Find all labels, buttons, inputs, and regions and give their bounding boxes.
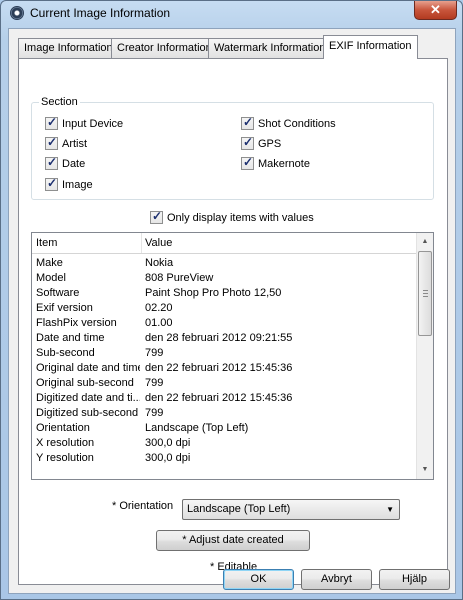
tab-watermark-information[interactable]: Watermark Information xyxy=(208,38,332,58)
checkbox-label: Artist xyxy=(62,138,88,150)
checkbox-label: Date xyxy=(62,158,86,170)
cell-value: 300,0 dpi xyxy=(145,437,191,449)
table-row[interactable]: X resolution 300,0 dpi xyxy=(32,436,416,451)
cell-item: Date and time xyxy=(36,332,105,344)
cell-value: den 22 februari 2012 15:45:36 xyxy=(145,392,293,404)
cell-value: Nokia xyxy=(145,257,174,269)
cell-item: Software xyxy=(36,287,80,299)
cell-item: Exif version xyxy=(36,302,93,314)
exif-tab-panel: Section ✓ Input Device ✓ Artist ✓ Date ✓ Ima… xyxy=(18,58,448,585)
cell-value: den 22 februari 2012 15:45:36 xyxy=(145,362,293,374)
checkbox-label: Only display items with values xyxy=(167,212,314,224)
title-bar[interactable]: Current Image Information ✕ xyxy=(1,1,462,27)
cell-item: Y resolution xyxy=(36,452,94,464)
cancel-button[interactable]: Avbryt xyxy=(301,569,372,590)
checkbox-box[interactable]: ✓ xyxy=(45,135,58,150)
camera-app-icon xyxy=(10,6,24,20)
exif-list-view[interactable]: Item Value Make Nokia Model 808 PureView S… xyxy=(31,232,434,480)
cell-item: X resolution xyxy=(36,437,95,449)
table-row[interactable]: Model 808 PureView xyxy=(32,271,416,286)
checkbox-box[interactable]: ✓ xyxy=(241,135,254,150)
checkbox-label: Image xyxy=(62,179,93,191)
checkbox-box[interactable]: ✓ xyxy=(150,209,163,224)
table-row[interactable]: Sub-second 799 xyxy=(32,346,416,361)
scrollbar-thumb[interactable] xyxy=(418,251,432,336)
cell-value: Paint Shop Pro Photo 12,50 xyxy=(145,287,282,299)
vertical-scrollbar[interactable]: ▲ ▼ xyxy=(416,233,433,479)
cell-value: Landscape (Top Left) xyxy=(145,422,249,434)
table-row[interactable]: Digitized date and ti... den 22 februari … xyxy=(32,391,416,406)
table-row[interactable]: Software Paint Shop Pro Photo 12,50 xyxy=(32,286,416,301)
checkbox-box[interactable]: ✓ xyxy=(241,155,254,170)
scroll-up-arrow-icon[interactable]: ▲ xyxy=(417,233,433,250)
table-row[interactable]: Original sub-second 799 xyxy=(32,376,416,391)
checkbox-makernote[interactable]: ✓ Makernote xyxy=(241,155,310,171)
checkbox-input-device[interactable]: ✓ Input Device xyxy=(45,115,124,131)
tab-image-information[interactable]: Image Information xyxy=(18,38,119,58)
cell-value: den 28 februari 2012 09:21:55 xyxy=(145,332,293,344)
cell-item: Sub-second xyxy=(36,347,95,359)
column-header-value[interactable]: Value xyxy=(141,233,172,253)
table-row[interactable]: Date and time den 28 februari 2012 09:21:… xyxy=(32,331,416,346)
ok-button[interactable]: OK xyxy=(223,569,294,590)
cell-item: Make xyxy=(36,257,63,269)
orientation-selected-value: Landscape (Top Left) xyxy=(187,503,291,515)
table-row[interactable]: Y resolution 300,0 dpi xyxy=(32,451,416,466)
cell-item: Model xyxy=(36,272,66,284)
tab-exif-information[interactable]: EXIF Information xyxy=(323,35,418,59)
dropdown-arrow-icon[interactable]: ▼ xyxy=(386,500,394,519)
close-button[interactable]: ✕ xyxy=(414,1,457,20)
grip-icon xyxy=(423,290,428,297)
checkbox-gps[interactable]: ✓ GPS xyxy=(241,135,282,151)
cell-item: FlashPix version xyxy=(36,317,117,329)
cell-value: 799 xyxy=(145,347,164,359)
cell-item: Digitized date and ti... xyxy=(36,392,140,404)
checkbox-shot-conditions[interactable]: ✓ Shot Conditions xyxy=(241,115,336,131)
tab-creator-information[interactable]: Creator Information xyxy=(111,38,218,58)
table-row[interactable]: Exif version 02.20 xyxy=(32,301,416,316)
cell-item: Original sub-second xyxy=(36,377,134,389)
dialog-client-area: Image Information Creator Information Wa… xyxy=(8,28,456,594)
table-row[interactable]: FlashPix version 01.00 xyxy=(32,316,416,331)
cell-item: Original date and time xyxy=(36,362,140,374)
checkbox-date[interactable]: ✓ Date xyxy=(45,155,86,171)
checkbox-label: Makernote xyxy=(258,158,310,170)
checkbox-only-display-values[interactable]: ✓ Only display items with values xyxy=(150,209,314,225)
cell-value: 808 PureView xyxy=(145,272,214,284)
checkbox-label: GPS xyxy=(258,138,282,150)
checkbox-box[interactable]: ✓ xyxy=(241,115,254,130)
checkbox-box[interactable]: ✓ xyxy=(45,176,58,191)
section-legend: Section xyxy=(39,96,80,108)
checkbox-image[interactable]: ✓ Image xyxy=(45,176,93,192)
checkbox-label: Shot Conditions xyxy=(258,118,336,130)
list-header: Item Value xyxy=(32,233,416,254)
adjust-date-created-button[interactable]: * Adjust date created xyxy=(156,530,310,551)
help-button[interactable]: Hjälp xyxy=(379,569,450,590)
scroll-down-arrow-icon[interactable]: ▼ xyxy=(417,461,433,478)
cell-value: 799 xyxy=(145,377,164,389)
table-row[interactable]: Orientation Landscape (Top Left) xyxy=(32,421,416,436)
window-title: Current Image Information xyxy=(30,6,171,20)
cell-item: Digitized sub-second xyxy=(36,407,139,419)
cell-item: Orientation xyxy=(36,422,90,434)
cell-value: 02.20 xyxy=(145,302,173,314)
orientation-select[interactable]: Landscape (Top Left) ▼ xyxy=(182,499,400,520)
cell-value: 300,0 dpi xyxy=(145,452,191,464)
table-row[interactable]: Make Nokia xyxy=(32,256,416,271)
cell-value: 799 xyxy=(145,407,164,419)
checkbox-box[interactable]: ✓ xyxy=(45,155,58,170)
section-groupbox: Section ✓ Input Device ✓ Artist ✓ Date ✓ Ima… xyxy=(31,96,434,200)
orientation-label: * Orientation xyxy=(112,500,174,512)
checkbox-label: Input Device xyxy=(62,118,124,130)
table-row[interactable]: Original date and time den 22 februari 20… xyxy=(32,361,416,376)
column-header-item[interactable]: Item xyxy=(32,233,57,253)
checkbox-artist[interactable]: ✓ Artist xyxy=(45,135,88,151)
cell-value: 01.00 xyxy=(145,317,173,329)
dialog-window: Current Image Information ✕ Image Inform… xyxy=(0,0,463,600)
checkbox-box[interactable]: ✓ xyxy=(45,115,58,130)
table-row[interactable]: Digitized sub-second 799 xyxy=(32,406,416,421)
